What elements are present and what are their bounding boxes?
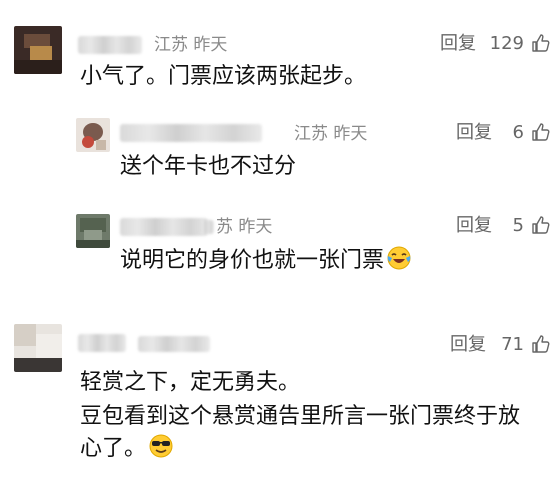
comment-location-time: 苏 昨天	[216, 217, 273, 237]
comment-text-line-1: 轻赏之下，定无勇夫。	[80, 370, 301, 395]
avatar-image	[76, 118, 110, 152]
thumbs-up-icon[interactable]	[531, 33, 551, 53]
like-count: 5	[512, 215, 524, 236]
like-count: 71	[501, 334, 524, 355]
comment-text-line-3: 心了。	[80, 432, 174, 466]
reply-button[interactable]: 回复	[456, 215, 492, 237]
username-blurred[interactable]	[120, 218, 208, 236]
avatar[interactable]	[76, 118, 110, 152]
username-blurred[interactable]	[78, 334, 126, 352]
comment-location-time: 江苏 昨天	[294, 124, 368, 144]
avatar[interactable]	[14, 26, 62, 74]
thumbs-up-icon[interactable]	[531, 334, 551, 354]
comment-location-time: 江苏 昨天	[154, 35, 228, 55]
comment-text: 送个年卡也不过分	[120, 154, 297, 179]
avatar[interactable]	[76, 214, 110, 248]
avatar-image	[76, 214, 110, 248]
username-blurred[interactable]	[120, 124, 262, 142]
comment-text: 说明它的身价也就一张门票	[120, 244, 412, 278]
comment-text-line-3-body: 心了。	[80, 436, 147, 461]
location-time-blurred	[138, 336, 210, 352]
like-count: 6	[512, 122, 524, 143]
reply-button[interactable]: 回复	[450, 334, 486, 356]
thumbs-up-icon[interactable]	[531, 122, 551, 142]
avatar-image	[14, 324, 62, 372]
username-blurred[interactable]	[78, 36, 142, 54]
reply-button[interactable]: 回复	[456, 122, 492, 144]
sunglasses-emoji	[149, 434, 173, 458]
avatar[interactable]	[14, 324, 62, 372]
comment-text: 小气了。门票应该两张起步。	[80, 64, 367, 89]
location-blurred	[200, 220, 214, 234]
avatar-image	[14, 26, 62, 74]
thumbs-up-icon[interactable]	[531, 215, 551, 235]
comment-text-body: 说明它的身价也就一张门票	[120, 248, 385, 273]
comment-text-line-2: 豆包看到这个悬赏通告里所言一张门票终于放	[80, 404, 521, 429]
reply-button[interactable]: 回复	[440, 33, 476, 55]
laughing-tears-emoji	[387, 246, 411, 270]
like-count: 129	[489, 33, 524, 54]
